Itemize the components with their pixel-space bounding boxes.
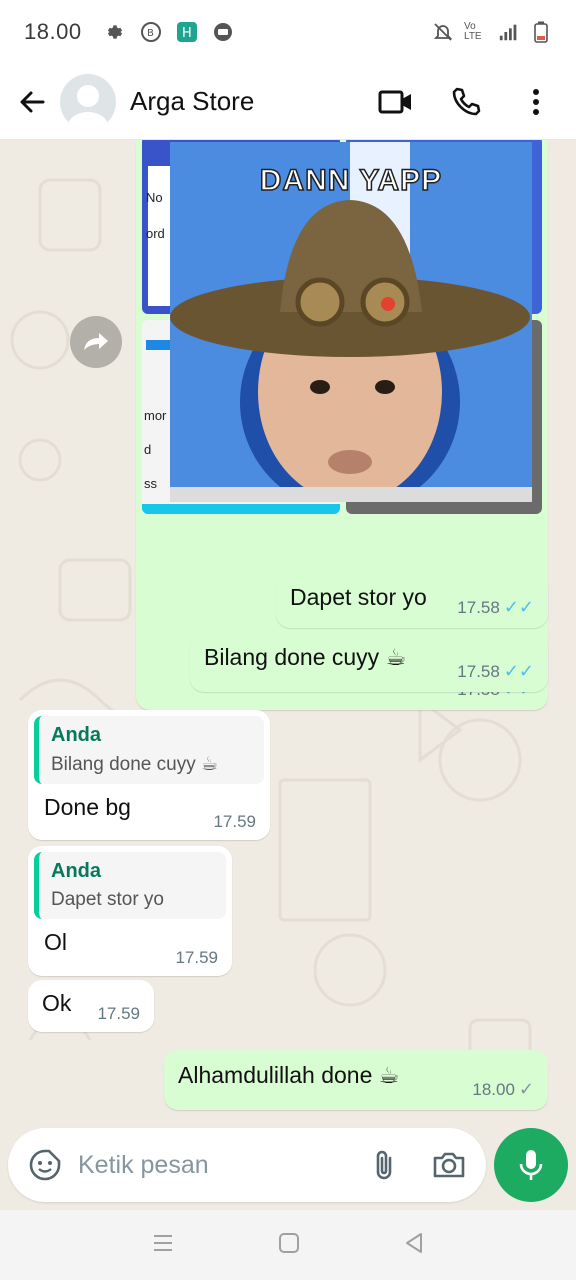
svg-text:H: H [182, 26, 192, 41]
message-time: 17.59 [175, 948, 218, 967]
sticker-icon[interactable] [28, 1148, 62, 1182]
message-meta: 17.59 [175, 948, 218, 968]
chat-area[interactable]: No ord mor d ss DANN YAPP Dapet stor yo … [0, 140, 576, 1125]
recent-apps-icon[interactable] [152, 1233, 174, 1258]
message-meta: 17.58 ✓✓ [457, 597, 534, 618]
message-time: 17.58 [457, 661, 500, 681]
message-bubble-incoming[interactable]: Ok 17.59 [28, 980, 154, 1032]
message-meta: 17.59 [213, 812, 256, 832]
mic-button[interactable] [494, 1128, 568, 1202]
message-time: 17.59 [97, 1004, 140, 1023]
chat-header: Arga Store [0, 64, 576, 140]
whatsapp-business-icon: B [140, 21, 162, 43]
quote-author: Anda [51, 724, 101, 746]
settings-icon [104, 21, 126, 43]
message-text: Ok [42, 990, 72, 1016]
mic-icon [519, 1150, 543, 1180]
meme-caption: DANN YAPP [259, 163, 443, 198]
contact-name[interactable]: Arga Store [130, 86, 254, 117]
snippet-label: mor [144, 408, 167, 423]
message-bubble-incoming[interactable]: Anda Dapet stor yo Ol 17.59 [28, 846, 232, 976]
message-bubble-outgoing[interactable]: Dapet stor yo 17.58 ✓✓ [276, 574, 548, 628]
quote-text: Dapet stor yo [51, 889, 164, 910]
snippet-label: No [146, 190, 163, 205]
battery-icon [530, 21, 552, 43]
back-icon[interactable] [404, 1232, 424, 1259]
chat-app-icon [212, 21, 234, 43]
snippet-label: d [144, 442, 152, 457]
message-bubble-outgoing[interactable]: Bilang done cuyy ☕ 17.58 ✓✓ [190, 632, 548, 692]
message-text: Alhamdulillah done ☕ [178, 1062, 400, 1088]
status-time: 18.00 [24, 19, 82, 44]
message-bubble-outgoing[interactable]: Alhamdulillah done ☕ 18.00 ✓ [164, 1050, 548, 1110]
message-meta: 17.59 [97, 1004, 140, 1024]
app-h-icon: H [176, 21, 198, 43]
message-meta: 18.00 ✓ [472, 1079, 534, 1100]
message-text: Dapet stor yo [290, 584, 427, 610]
camera-icon[interactable] [432, 1150, 466, 1180]
snippet-label: ss [144, 476, 157, 491]
signal-icon [498, 21, 520, 43]
video-call-icon[interactable] [376, 82, 416, 122]
back-arrow-icon[interactable] [12, 82, 52, 122]
svg-text:B: B [147, 28, 154, 39]
message-time: 17.58 [457, 597, 500, 617]
message-meta: 17.58 ✓✓ [457, 661, 534, 682]
quoted-message[interactable]: Anda Bilang done cuyy ☕ [34, 716, 264, 784]
quote-author: Anda [51, 860, 101, 882]
message-bubble-incoming[interactable]: Anda Bilang done cuyy ☕ Done bg 17.59 [28, 710, 270, 840]
meme-image[interactable]: DANN YAPP [170, 142, 532, 502]
message-text: Ol [44, 929, 67, 955]
status-bar: 18.00 B H Vo LTE [0, 0, 576, 64]
message-input-bar[interactable]: Ketik pesan [8, 1128, 486, 1202]
avatar[interactable] [60, 73, 116, 130]
quoted-message[interactable]: Anda Dapet stor yo [34, 852, 226, 919]
snippet-label: ord [146, 226, 165, 241]
read-ticks-icon: ✓✓ [503, 661, 534, 681]
more-options-icon[interactable] [516, 82, 556, 122]
quote-text: Bilang done cuyy ☕ [51, 754, 219, 775]
network-label: Vo LTE [464, 21, 482, 42]
notifications-off-icon [432, 21, 454, 43]
message-text: Done bg [44, 794, 131, 820]
message-input[interactable]: Ketik pesan [78, 1151, 372, 1180]
forward-button[interactable] [70, 316, 122, 368]
attach-icon[interactable] [372, 1148, 398, 1182]
read-ticks-icon: ✓✓ [503, 597, 534, 617]
sent-tick-icon: ✓ [518, 1079, 534, 1099]
message-text: Bilang done cuyy ☕ [204, 644, 407, 670]
voice-call-icon[interactable] [446, 82, 486, 122]
home-icon[interactable] [278, 1232, 300, 1259]
message-time: 17.59 [213, 812, 256, 831]
message-time: 18.00 [472, 1079, 515, 1099]
system-nav-bar [0, 1210, 576, 1280]
